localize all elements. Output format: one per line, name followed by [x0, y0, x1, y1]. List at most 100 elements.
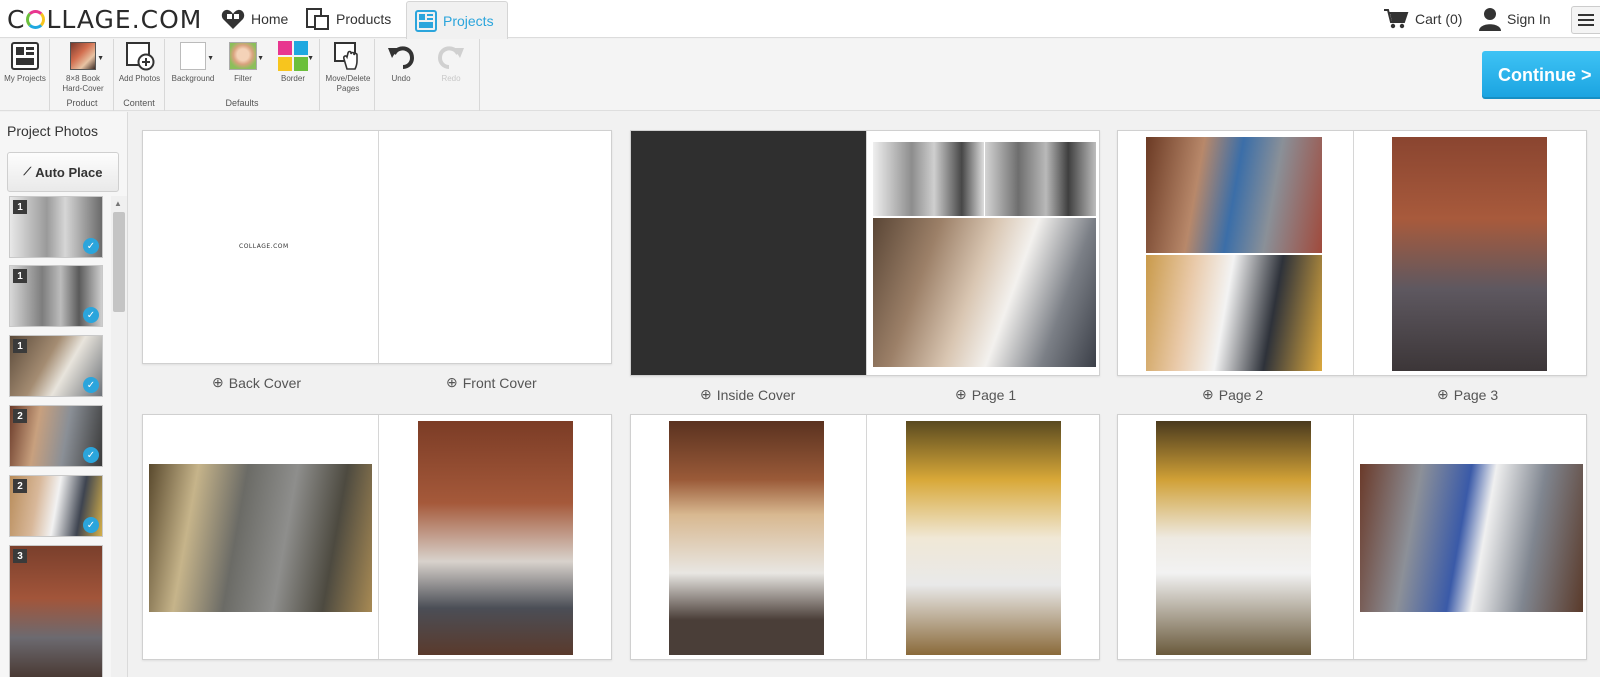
- background-swatch-icon: ▼: [178, 41, 214, 71]
- page-9[interactable]: [1353, 415, 1588, 659]
- cart-icon: [1383, 8, 1409, 30]
- page-5[interactable]: [378, 415, 613, 659]
- move-pages-hand-icon: [333, 41, 363, 71]
- photo-slot[interactable]: [1392, 137, 1547, 371]
- menu-hamburger-icon[interactable]: [1571, 6, 1600, 34]
- collage-logo[interactable]: C LLAGE.COM: [7, 5, 202, 34]
- page-4[interactable]: [143, 415, 378, 659]
- add-photos-button[interactable]: Add Photos: [116, 41, 163, 84]
- caret-down-icon: ▼: [307, 55, 314, 62]
- photo-slot[interactable]: [1360, 464, 1583, 612]
- move-delete-pages-button[interactable]: Move/Delete Pages: [323, 41, 373, 94]
- scrollbar-thumb[interactable]: [113, 212, 125, 312]
- continue-button[interactable]: Continue >: [1482, 51, 1600, 99]
- photo-thumbnail[interactable]: 1 ✓: [9, 265, 103, 327]
- auto-place-button[interactable]: ⟋ Auto Place: [7, 152, 119, 192]
- photo-thumbnail[interactable]: 2 ✓: [9, 475, 103, 537]
- undo-icon: [386, 41, 416, 71]
- caret-down-icon: ▼: [97, 55, 104, 62]
- page-1-label[interactable]: ⊕ Page 1: [955, 386, 1016, 403]
- page-front-cover[interactable]: [378, 131, 613, 363]
- photo-thumbnail[interactable]: 2 ✓: [9, 405, 103, 467]
- zoom-icon: ⊕: [1437, 386, 1449, 402]
- zoom-icon: ⊕: [955, 386, 967, 402]
- nav-cart[interactable]: Cart (0): [1383, 0, 1462, 38]
- spread-page6-page7: [630, 414, 1100, 660]
- redo-button[interactable]: Redo: [431, 41, 471, 84]
- photo-slot[interactable]: [1146, 255, 1322, 371]
- toolbar-group-defaults: ▼ Background ▼ Filter ▼ Border Defaults: [165, 39, 320, 111]
- page-8[interactable]: [1118, 415, 1353, 659]
- projects-icon: [415, 9, 437, 32]
- page-2-label[interactable]: ⊕ Page 2: [1202, 386, 1263, 403]
- photo-thumbnail[interactable]: 1 ✓: [9, 196, 103, 258]
- photo-slot[interactable]: [873, 142, 984, 216]
- front-cover-label[interactable]: ⊕ Front Cover: [446, 374, 537, 391]
- nav-signin-label: Sign In: [1507, 11, 1551, 27]
- product-cover-label: Hard-Cover: [62, 84, 104, 93]
- undo-button[interactable]: Undo: [381, 41, 421, 84]
- spread-page4-page5: [142, 414, 612, 660]
- page-7[interactable]: [866, 415, 1101, 659]
- product-group-label: Product: [66, 98, 98, 108]
- inside-cover-label[interactable]: ⊕ Inside Cover: [700, 386, 795, 403]
- nav-products[interactable]: Products: [306, 0, 391, 38]
- photo-slot[interactable]: [1146, 137, 1322, 253]
- front-cover-text: Front Cover: [462, 374, 537, 391]
- nav-products-label: Products: [336, 11, 392, 27]
- photo-thumbnail[interactable]: 3: [9, 545, 103, 677]
- back-cover-label[interactable]: ⊕ Back Cover: [212, 374, 301, 391]
- auto-place-label: Auto Place: [35, 164, 103, 180]
- zoom-icon: ⊕: [446, 374, 458, 390]
- spread-inside-page1: [630, 130, 1100, 376]
- product-selector-button[interactable]: ▼ 8×8 Book Hard-Cover: [55, 41, 111, 94]
- photo-use-count: 2: [13, 479, 27, 493]
- nav-projects[interactable]: Projects: [406, 1, 508, 39]
- page-3-label[interactable]: ⊕ Page 3: [1437, 386, 1498, 403]
- nav-signin[interactable]: Sign In: [1479, 0, 1551, 38]
- scroll-up-icon: ▲: [114, 199, 122, 208]
- photo-slot[interactable]: [149, 464, 372, 612]
- product-size-label: 8×8 Book: [65, 74, 101, 83]
- project-photos-sidebar: Project Photos ⟋ Auto Place 1 ✓ 1 ✓ 1 ✓ …: [0, 112, 128, 677]
- my-projects-button[interactable]: My Projects: [2, 41, 48, 84]
- page-2[interactable]: [1118, 131, 1353, 375]
- page-back-cover[interactable]: COLLAGE.COM: [143, 131, 378, 363]
- border-button[interactable]: ▼ Border: [273, 41, 314, 84]
- sidebar-scrollbar[interactable]: ▲: [111, 196, 127, 677]
- zoom-icon: ⊕: [700, 386, 712, 402]
- page-inside-cover[interactable]: [631, 131, 866, 375]
- page-1-text: Page 1: [971, 386, 1017, 403]
- photo-slot[interactable]: [906, 421, 1061, 655]
- move-delete-label-2: Pages: [336, 84, 360, 93]
- toolbar-group-pages: Move/Delete Pages: [320, 39, 375, 111]
- photo-use-count: 3: [13, 549, 27, 563]
- my-projects-icon: [10, 41, 40, 71]
- background-button[interactable]: ▼ Background: [168, 41, 218, 84]
- nav-home[interactable]: Home: [221, 0, 288, 38]
- checkmark-icon: ✓: [83, 447, 99, 463]
- photo-use-count: 1: [13, 269, 27, 283]
- photo-use-count: 2: [13, 409, 27, 423]
- page-3[interactable]: [1353, 131, 1588, 375]
- photo-slot[interactable]: [1156, 421, 1311, 655]
- toolbar-group-projects: My Projects: [0, 39, 50, 111]
- nav-cart-label: Cart (0): [1415, 11, 1463, 27]
- border-color-grid-icon: ▼: [278, 41, 314, 71]
- photo-slot[interactable]: [669, 421, 824, 655]
- photo-thumbnail[interactable]: 1 ✓: [9, 335, 103, 397]
- logo-letter: C: [7, 5, 26, 34]
- checkmark-icon: ✓: [83, 517, 99, 533]
- content-group-label: Content: [123, 98, 155, 108]
- photo-slot[interactable]: [985, 142, 1096, 216]
- filter-button[interactable]: ▼ Filter: [223, 41, 264, 84]
- page-6[interactable]: [631, 415, 866, 659]
- nav-projects-label: Projects: [443, 12, 494, 29]
- photo-slot[interactable]: [418, 421, 573, 655]
- border-label: Border: [280, 74, 305, 83]
- page-1[interactable]: [866, 131, 1101, 375]
- inside-cover-text: Inside Cover: [716, 386, 796, 403]
- magic-wand-icon: ⟋: [23, 165, 32, 178]
- zoom-icon: ⊕: [212, 374, 224, 390]
- photo-slot[interactable]: [873, 218, 1096, 367]
